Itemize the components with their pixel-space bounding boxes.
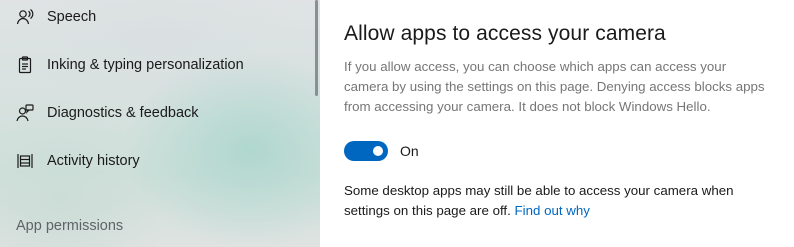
speech-icon: [16, 8, 34, 26]
sidebar-item-label: Inking & typing personalization: [47, 57, 244, 73]
sidebar-item-label: Speech: [47, 9, 97, 25]
toggle-knob: [373, 146, 383, 156]
camera-access-toggle-row: On: [344, 141, 419, 161]
person-feedback-icon: [16, 104, 34, 122]
sidebar-item-label: Diagnostics & feedback: [47, 105, 199, 121]
sidebar: Speech Inking & typing personalization D…: [0, 0, 320, 247]
settings-window: Speech Inking & typing personalization D…: [0, 0, 794, 247]
sidebar-section-header: App permissions: [16, 218, 124, 234]
camera-access-toggle[interactable]: [344, 141, 388, 161]
sidebar-item-speech[interactable]: Speech: [0, 0, 310, 41]
sidebar-item-inking-typing[interactable]: Inking & typing personalization: [0, 41, 310, 89]
page-description: If you allow access, you can choose whic…: [344, 59, 765, 114]
toggle-state-label: On: [400, 143, 419, 159]
find-out-why-link[interactable]: Find out why: [515, 203, 590, 218]
main-content: Allow apps to access your camera If you …: [320, 0, 794, 247]
sidebar-item-activity-history[interactable]: Activity history: [0, 137, 310, 185]
sidebar-item-label: Activity history: [47, 153, 140, 169]
sidebar-item-diagnostics-feedback[interactable]: Diagnostics & feedback: [0, 89, 310, 137]
desktop-apps-note: Some desktop apps may still be able to a…: [344, 181, 774, 221]
clipboard-icon: [16, 56, 34, 74]
page-title: Allow apps to access your camera: [344, 22, 666, 45]
sidebar-scrollbar[interactable]: [315, 0, 318, 96]
activity-history-icon: [16, 152, 34, 170]
